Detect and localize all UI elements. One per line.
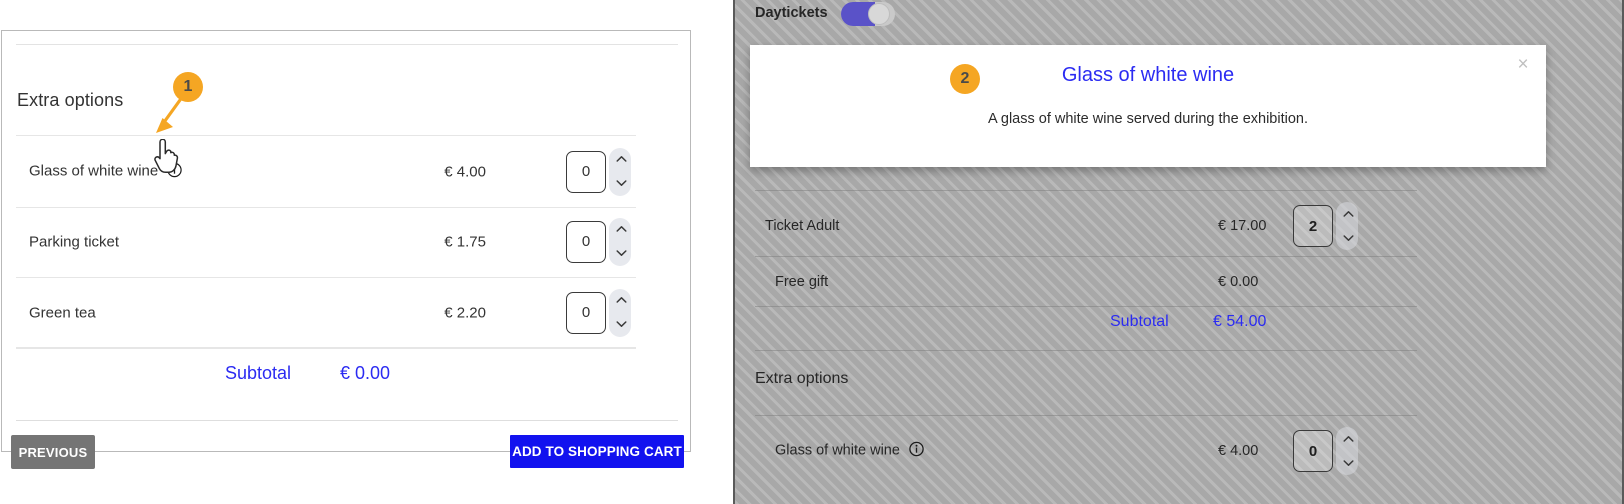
chevron-up-icon[interactable] bbox=[615, 225, 627, 234]
quantity-input[interactable]: 0 bbox=[1293, 430, 1333, 472]
option-label: Ticket Adult bbox=[765, 218, 840, 234]
chevron-down-icon[interactable] bbox=[615, 249, 627, 258]
table-row: Green tea € 2.20 0 bbox=[16, 277, 636, 349]
quantity-input[interactable]: 2 bbox=[1293, 205, 1333, 247]
chevron-down-icon[interactable] bbox=[1342, 459, 1354, 468]
option-price: € 1.75 bbox=[444, 233, 486, 250]
subtotal-value: € 0.00 bbox=[340, 363, 391, 383]
daytickets-label: Daytickets bbox=[755, 5, 828, 21]
table-row: Glass of white wine € 4.00 0 bbox=[16, 135, 636, 208]
quantity-input[interactable]: 0 bbox=[566, 220, 606, 263]
section-divider bbox=[755, 350, 1417, 351]
chevron-down-icon[interactable] bbox=[615, 179, 627, 188]
extra-options-title: Extra options bbox=[755, 370, 849, 387]
option-price: € 17.00 bbox=[1218, 218, 1267, 234]
chevron-down-icon[interactable] bbox=[615, 320, 627, 329]
quantity-input[interactable]: 0 bbox=[566, 291, 606, 334]
quantity-stepper[interactable]: 2 bbox=[1293, 202, 1358, 250]
row-divider bbox=[755, 306, 1417, 307]
table-row: Ticket Adult € 17.00 2 bbox=[755, 196, 1417, 256]
chevron-down-icon[interactable] bbox=[1342, 234, 1354, 243]
page-title: Extra options bbox=[17, 90, 124, 110]
info-icon[interactable] bbox=[909, 441, 924, 461]
option-price: € 0.00 bbox=[1218, 274, 1259, 290]
option-price: € 4.00 bbox=[444, 163, 486, 180]
row-divider bbox=[755, 190, 1417, 191]
quantity-stepper[interactable]: 0 bbox=[566, 217, 631, 266]
row-divider bbox=[755, 256, 1417, 257]
option-label: Free gift bbox=[775, 274, 829, 290]
option-label: Green tea bbox=[29, 304, 96, 321]
quantity-stepper[interactable]: 0 bbox=[566, 288, 631, 337]
stepper-arrows[interactable] bbox=[1336, 202, 1358, 250]
table-row: Glass of white wine € 4.00 0 bbox=[755, 418, 1417, 484]
previous-button[interactable]: PREVIOUS bbox=[11, 435, 95, 469]
option-name: Parking ticket bbox=[29, 233, 120, 250]
subtotal-value: € 54.00 bbox=[1213, 313, 1267, 330]
stepper-arrows[interactable] bbox=[1336, 427, 1358, 475]
table-row: Free gift € 0.00 bbox=[755, 258, 1417, 306]
option-name: Glass of white wine bbox=[29, 162, 159, 179]
stepper-arrows[interactable] bbox=[609, 288, 631, 337]
subtotal-label: Subtotal bbox=[1110, 313, 1169, 330]
daytickets-toggle[interactable] bbox=[841, 2, 895, 26]
option-label: Glass of white wine bbox=[775, 441, 924, 461]
quantity-stepper[interactable]: 0 bbox=[566, 147, 631, 196]
add-to-shopping-cart-button[interactable]: ADD TO SHOPPING CART bbox=[510, 435, 684, 468]
panel-top-divider bbox=[16, 44, 678, 45]
chevron-up-icon[interactable] bbox=[1342, 210, 1354, 219]
quantity-input[interactable]: 0 bbox=[566, 150, 606, 193]
option-name: Glass of white wine bbox=[775, 442, 900, 459]
stepper-arrows[interactable] bbox=[609, 147, 631, 196]
subtotal-label: Subtotal bbox=[225, 363, 292, 383]
stepper-arrows[interactable] bbox=[609, 217, 631, 266]
callout-badge-2: 2 bbox=[950, 64, 980, 94]
quantity-stepper[interactable]: 0 bbox=[1293, 427, 1358, 475]
extra-options-panel: Extra options Glass of white wine € 4.00… bbox=[1, 30, 691, 469]
chevron-up-icon[interactable] bbox=[1342, 435, 1354, 444]
info-icon[interactable] bbox=[167, 162, 183, 181]
info-modal: × Glass of white wine A glass of white w… bbox=[750, 45, 1546, 167]
option-name: Green tea bbox=[29, 304, 96, 321]
subtotal-row: Subtotal € 0.00 bbox=[16, 347, 636, 408]
chevron-up-icon[interactable] bbox=[615, 296, 627, 305]
toggle-knob bbox=[868, 3, 890, 25]
chevron-up-icon[interactable] bbox=[615, 155, 627, 164]
footer-divider bbox=[16, 420, 678, 421]
modal-title: Glass of white wine bbox=[1061, 64, 1235, 86]
option-price: € 4.00 bbox=[1218, 443, 1259, 459]
option-label: Glass of white wine bbox=[29, 162, 183, 181]
modal-body-text: A glass of white wine served during the … bbox=[988, 111, 1308, 127]
table-row: Parking ticket € 1.75 0 bbox=[16, 206, 636, 278]
option-price: € 2.20 bbox=[444, 304, 486, 321]
row-divider bbox=[755, 415, 1417, 416]
callout-badge-1: 1 bbox=[173, 72, 203, 102]
option-label: Parking ticket bbox=[29, 233, 119, 250]
